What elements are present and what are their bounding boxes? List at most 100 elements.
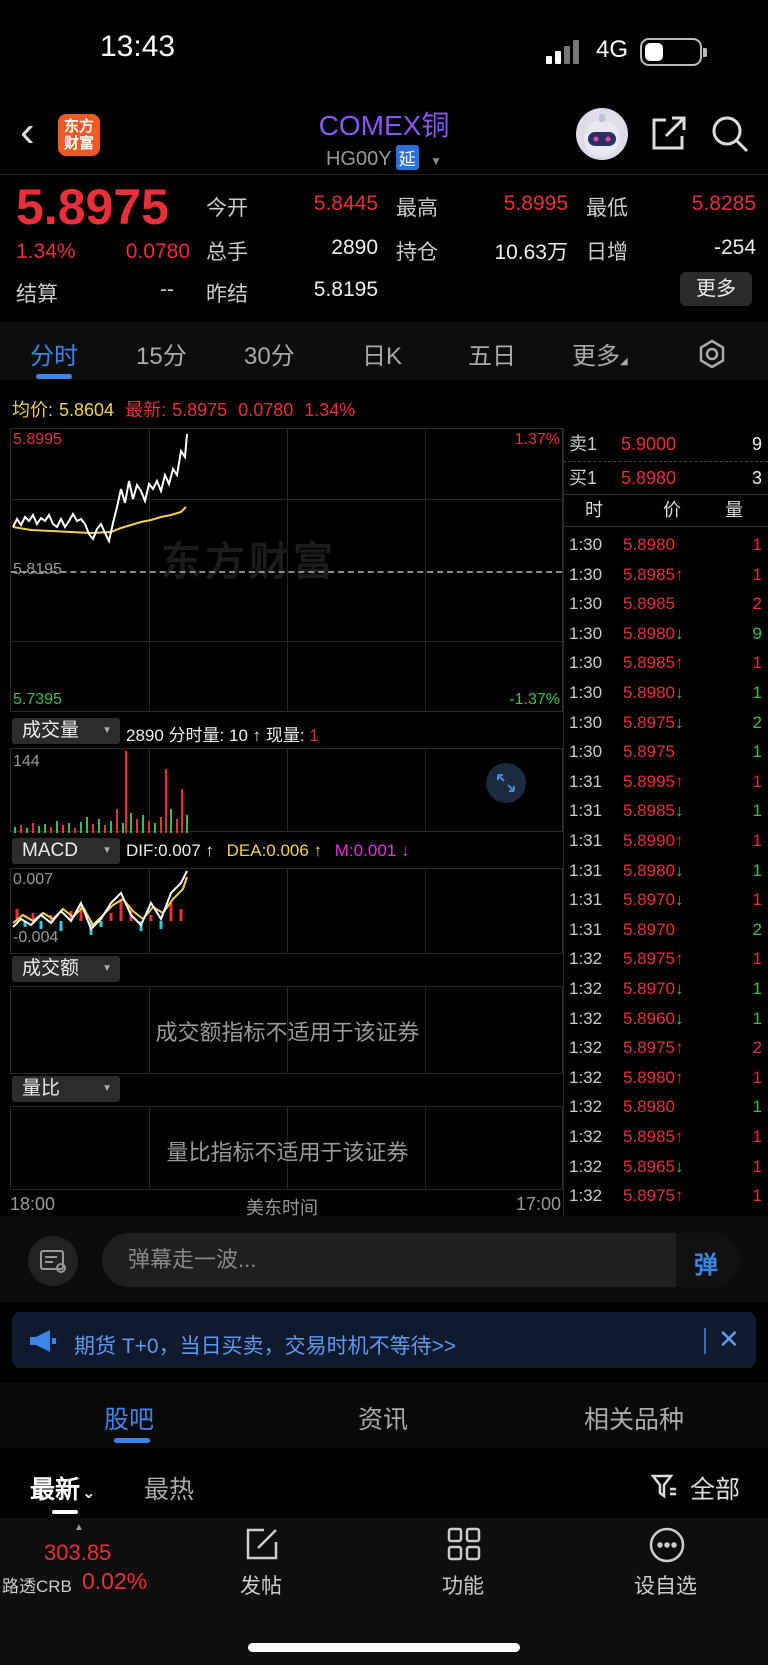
pct-axis-top: 1.37% xyxy=(514,431,560,448)
edit-icon[interactable] xyxy=(244,1526,280,1567)
volume-indicator-select[interactable]: 成交量 ▼ xyxy=(12,718,120,744)
avg-label: 均价: xyxy=(12,400,54,420)
price-chart[interactable]: 东方财富 5.8995 5.8195 5.7395 1.37% -1.37% xyxy=(10,428,563,712)
danmaku-settings-icon[interactable] xyxy=(28,1236,78,1286)
filter-latest[interactable]: 最新 ⌄ xyxy=(30,1470,95,1506)
daily-increase-label: 日增 xyxy=(586,241,628,264)
tick-row: 1:32 5.8975↑ 1 xyxy=(569,1186,762,1206)
tab-15min[interactable]: 15分 xyxy=(136,336,187,371)
battery-icon xyxy=(640,38,707,66)
expand-icon[interactable] xyxy=(486,763,526,803)
chevron-down-icon: ▼ xyxy=(430,154,443,168)
tick-row: 1:32 5.8960↓ 1 xyxy=(569,1008,762,1028)
tick-row: 1:32 5.8975↑ 2 xyxy=(569,1038,762,1058)
settle-value: -- xyxy=(160,278,174,301)
gear-icon[interactable] xyxy=(696,338,728,375)
prev-settle-value: 5.8195 xyxy=(313,278,378,301)
pct-axis-bottom: -1.37% xyxy=(509,691,560,708)
turnover-indicator-select[interactable]: 成交额 ▼ xyxy=(12,956,120,982)
price-line xyxy=(12,433,188,544)
active-subtab-indicator xyxy=(114,1438,150,1443)
volume-chart[interactable]: 144 xyxy=(10,748,563,833)
share-icon[interactable] xyxy=(650,114,688,157)
macd-chart[interactable]: 0.007 -0.004 xyxy=(10,868,563,954)
tick-row: 1:30 5.8985↑ 1 xyxy=(569,653,762,673)
close-icon[interactable]: ✕ xyxy=(718,1324,740,1355)
tick-row: 1:31 5.8990↑ 1 xyxy=(569,831,762,850)
subtab-news[interactable]: 资讯 xyxy=(358,1400,408,1436)
settle-label: 结算 xyxy=(16,283,58,306)
volume-label: 总手 xyxy=(206,241,248,264)
volume-value: 2890 xyxy=(331,236,378,259)
sell1-row: 卖1 5.9000 9 xyxy=(569,434,762,454)
tick-row: 1:31 5.8970↓ 1 xyxy=(569,890,762,910)
macd-lines xyxy=(12,870,188,935)
tick-row: 1:31 5.8985↓ 1 xyxy=(569,801,762,821)
tick-row: 1:30 5.8975 1 xyxy=(569,742,762,762)
avg-value: 5.8604 xyxy=(59,400,115,420)
change-amount: 0.0780 xyxy=(125,240,190,263)
more-quote-button[interactable]: 更多 xyxy=(680,272,752,306)
filter-hot[interactable]: 最热 xyxy=(144,1470,194,1506)
filter-all[interactable]: 全部 xyxy=(690,1470,740,1506)
buy1-row: 买1 5.8980 3 xyxy=(569,468,762,488)
volume-ratio-indicator-select[interactable]: 量比 ▼ xyxy=(12,1076,120,1102)
x-axis-end: 17:00 xyxy=(516,1194,562,1214)
intraday-info-line: 均价: 5.8604 最新: 5.8975 0.0780 1.34% xyxy=(12,396,361,422)
open-interest-label: 持仓 xyxy=(396,241,438,264)
x-axis-start: 18:00 xyxy=(10,1194,56,1214)
nav-add-watchlist[interactable]: 设自选 xyxy=(634,1570,697,1600)
filter-latest-indicator xyxy=(52,1510,78,1514)
delay-badge: 延 xyxy=(395,145,419,170)
promo-text[interactable]: 期货 T+0，当日买卖，交易时机不等待>> xyxy=(74,1330,456,1360)
volume-bars xyxy=(14,751,188,833)
danmaku-input[interactable]: 弹幕走一波... xyxy=(102,1233,740,1287)
orderbook-divider xyxy=(563,428,564,1216)
nav-post[interactable]: 发帖 xyxy=(240,1570,282,1600)
latest-change: 0.0780 xyxy=(238,400,294,420)
robot-assistant-avatar[interactable] xyxy=(576,108,628,160)
index-change-percent[interactable]: 0.02% xyxy=(82,1568,147,1595)
chevron-up-icon: ▲ xyxy=(74,1522,84,1533)
tick-row: 1:32 5.8980 1 xyxy=(569,1097,762,1117)
grid-icon[interactable] xyxy=(446,1526,482,1567)
volume-ratio-na-message: 量比指标不适用于该证券 xyxy=(166,1140,409,1165)
tick-row: 1:31 5.8970 2 xyxy=(569,919,762,939)
filter-icon[interactable] xyxy=(650,1472,678,1505)
latest-label: 最新: xyxy=(125,400,167,420)
search-icon[interactable] xyxy=(710,114,750,159)
status-time: 13:43 xyxy=(100,30,176,63)
tab-daily-k[interactable]: 日K xyxy=(362,336,402,371)
open-label: 今开 xyxy=(206,197,248,220)
turnover-na-message: 成交额指标不适用于该证券 xyxy=(155,1020,420,1045)
subtab-forum[interactable]: 股吧 xyxy=(104,1400,154,1436)
tick-row: 1:30 5.8975↓ 2 xyxy=(569,712,762,732)
price-axis-top: 5.8995 xyxy=(13,431,62,448)
tab-30min[interactable]: 30分 xyxy=(244,336,295,371)
tick-row: 1:30 5.8985↑ 1 xyxy=(569,564,762,584)
tick-row: 1:30 5.8985 2 xyxy=(569,594,762,614)
tick-row: 1:30 5.8980 1 xyxy=(569,535,762,554)
more-dots-icon[interactable] xyxy=(648,1526,686,1569)
latest-pct: 1.34% xyxy=(304,400,356,420)
daily-increase-value: -254 xyxy=(713,236,756,259)
subtab-related[interactable]: 相关品种 xyxy=(584,1400,684,1436)
index-price[interactable]: 303.85 xyxy=(44,1540,111,1566)
ticks-header: 时 价 量 xyxy=(585,500,743,520)
tab-five-day[interactable]: 五日 xyxy=(468,336,516,371)
tab-more[interactable]: 更多◢ xyxy=(572,336,628,371)
latest-value: 5.8975 xyxy=(172,400,228,420)
network-type: 4G xyxy=(596,36,629,63)
danmaku-send-button[interactable]: 弹 xyxy=(676,1233,740,1287)
index-name[interactable]: 路透CRB xyxy=(2,1572,72,1597)
home-indicator xyxy=(248,1643,520,1652)
low-label: 最低 xyxy=(586,197,628,220)
macd-indicator-select[interactable]: MACD ▼ xyxy=(12,838,120,864)
tick-row: 1:32 5.8985↑ 1 xyxy=(569,1127,762,1146)
tick-row: 1:32 5.8970↓ 1 xyxy=(569,979,762,998)
tick-row: 1:32 5.8975↑ 1 xyxy=(569,949,762,969)
price-axis-mid: 5.8195 xyxy=(13,561,62,578)
nav-features[interactable]: 功能 xyxy=(442,1570,484,1600)
tick-row: 1:32 5.8965↓ 1 xyxy=(569,1156,762,1176)
tab-intraday[interactable]: 分时 xyxy=(30,336,78,371)
